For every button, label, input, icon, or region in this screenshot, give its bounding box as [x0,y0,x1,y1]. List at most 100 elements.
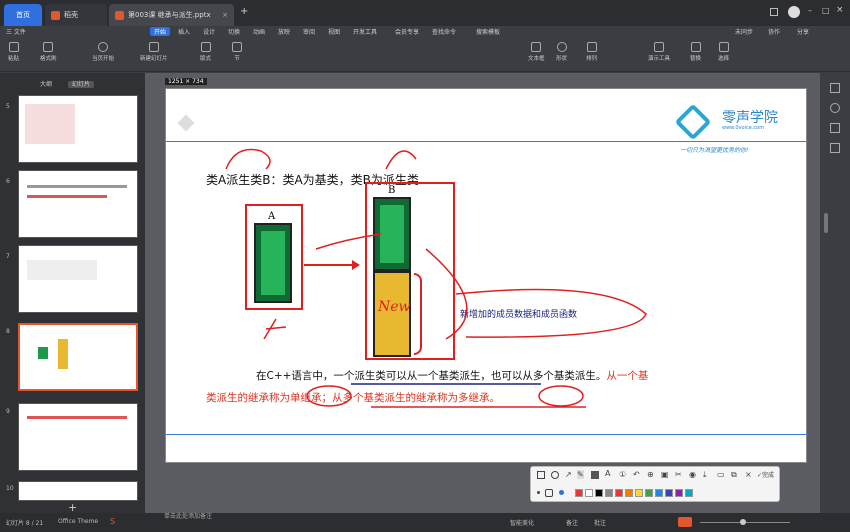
tab-outline[interactable]: 大纲 [40,81,52,88]
color-swatch[interactable] [655,489,663,497]
close-window-icon[interactable]: × [836,5,844,15]
thumb-box-a [38,347,48,359]
collaborate-button[interactable]: 协作 [768,27,780,36]
status-bar: 幻灯片 8 / 21 Office Theme S 单击此处添加备注 智能美化 … [0,513,850,532]
search-template[interactable]: 搜索模板 [476,27,500,36]
ocr-icon[interactable]: ▣ [661,470,669,479]
tab-docer-label: 稻壳 [64,11,78,19]
menu-developer[interactable]: 开发工具 [353,27,377,36]
avatar[interactable] [788,6,800,18]
tab-docer[interactable]: 稻壳 [45,4,107,26]
zoom-thumb[interactable] [740,519,746,525]
style-icon[interactable] [830,103,840,113]
color-swatch[interactable] [615,489,623,497]
tab-slides[interactable]: 幻灯片 [67,81,94,88]
record-icon[interactable]: ◉ [689,470,696,479]
drawing-toolbar: ↗ ✎ A ① ↶ ⊕ ▣ ✂ ◉ ⤓ ▭ ⧉ × ✓完成 [530,466,780,502]
property-icon[interactable] [830,83,840,93]
menu-review[interactable]: 审阅 [303,27,315,36]
size-large[interactable] [559,490,564,495]
color-swatch[interactable] [575,489,583,497]
number-tool-icon[interactable]: ① [619,470,626,479]
paste-button[interactable]: 粘贴 [8,42,19,62]
tab-home[interactable]: 首页 [4,4,42,26]
presentation-tools-button[interactable]: 演示工具 [648,42,670,62]
new-slide-button[interactable]: 新建幻灯片 [140,42,168,62]
menu-file[interactable]: 三 文件 [6,27,26,36]
menu-view[interactable]: 视图 [328,27,340,36]
circle-single [306,385,352,407]
textbox-button[interactable]: 文本框 [528,42,545,62]
cancel-icon[interactable]: × [745,470,752,479]
size-medium[interactable] [545,489,553,497]
mosaic-tool-icon[interactable] [591,471,599,479]
text-tool-icon[interactable]: A [605,469,610,478]
menu-transition[interactable]: 切换 [228,27,240,36]
slide-thumbnail-7[interactable] [18,245,138,313]
tab-document[interactable]: 第003课 继承与派生.pptx × [109,4,234,26]
search-command[interactable]: 查找命令 [432,27,456,36]
section-button[interactable]: 节 [232,42,242,62]
copy-icon[interactable]: ⧉ [731,470,737,480]
shapes-button[interactable]: 形状 [556,42,567,62]
menu-animation[interactable]: 动画 [253,27,265,36]
color-swatch[interactable] [675,489,683,497]
color-swatch[interactable] [635,489,643,497]
maximize-icon[interactable]: □ [822,6,830,15]
slide-thumbnail-5[interactable] [18,95,138,163]
color-swatch[interactable] [625,489,633,497]
color-swatch[interactable] [685,489,693,497]
pen-tool-icon[interactable]: ✎ [577,470,584,479]
menu-insert[interactable]: 插入 [178,27,190,36]
format-painter-button[interactable]: 格式刷 [40,42,57,62]
arrow-tool-icon[interactable]: ↗ [565,470,572,479]
menu-slideshow[interactable]: 放映 [278,27,290,36]
animation-icon[interactable] [830,123,840,133]
theme-name: Office Theme [58,518,99,525]
download-icon[interactable]: ⤓ [703,470,707,480]
smart-beautify[interactable]: 智能美化 [510,518,534,527]
layout-icon[interactable] [770,8,778,16]
save-icon[interactable]: ▭ [717,470,725,479]
menu-design[interactable]: 设计 [203,27,215,36]
wps-icon[interactable]: S [110,517,115,526]
undo-icon[interactable]: ↶ [633,470,640,479]
color-swatch[interactable] [665,489,673,497]
slide-thumbnail-6[interactable] [18,170,138,238]
slide-thumbnail-8[interactable] [18,323,138,391]
play-from-current-button[interactable]: 当页开始 [92,42,114,62]
menu-member[interactable]: 会员专享 [395,27,419,36]
color-swatch[interactable] [585,489,593,497]
slide-thumbnail-10[interactable] [18,481,138,501]
thumb-content [27,260,97,280]
add-tab-button[interactable]: + [240,6,248,17]
close-tab-icon[interactable]: × [222,11,228,19]
brush-icon [43,42,54,52]
menu-home[interactable]: 开始 [150,27,171,36]
done-button[interactable]: ✓完成 [757,470,774,479]
slide[interactable]: 零声学院 www.0voice.com 一切只为渴望更优秀的你! 类A派生类B：… [165,88,808,463]
pin-icon[interactable]: ⊕ [647,470,654,479]
translate-icon[interactable]: ✂ [675,470,682,479]
rectangle-tool-icon[interactable] [537,471,545,479]
scrollbar[interactable] [824,213,828,233]
color-swatch[interactable] [645,489,653,497]
arrange-button[interactable]: 排列 [586,42,597,62]
size-small[interactable] [537,491,540,494]
slide-thumbnail-9[interactable] [18,403,138,471]
minimize-icon[interactable]: – [808,6,812,15]
notes-placeholder[interactable]: 单击此处添加备注 [164,511,212,520]
replace-button[interactable]: 替换 [690,42,701,62]
share-button[interactable]: 分享 [797,27,809,36]
color-swatch[interactable] [595,489,603,497]
layout-button[interactable]: 版式 [200,42,211,62]
textbox-label: 文本框 [528,56,545,62]
select-button[interactable]: 选择 [718,42,729,62]
sync-status[interactable]: 未同步 [735,27,753,36]
play-slideshow-icon[interactable] [678,517,692,527]
comment-button[interactable]: 批注 [594,518,606,527]
color-swatch[interactable] [605,489,613,497]
ellipse-tool-icon[interactable] [551,471,559,479]
notes-button[interactable]: 备注 [566,518,578,527]
settings-icon[interactable] [830,143,840,153]
